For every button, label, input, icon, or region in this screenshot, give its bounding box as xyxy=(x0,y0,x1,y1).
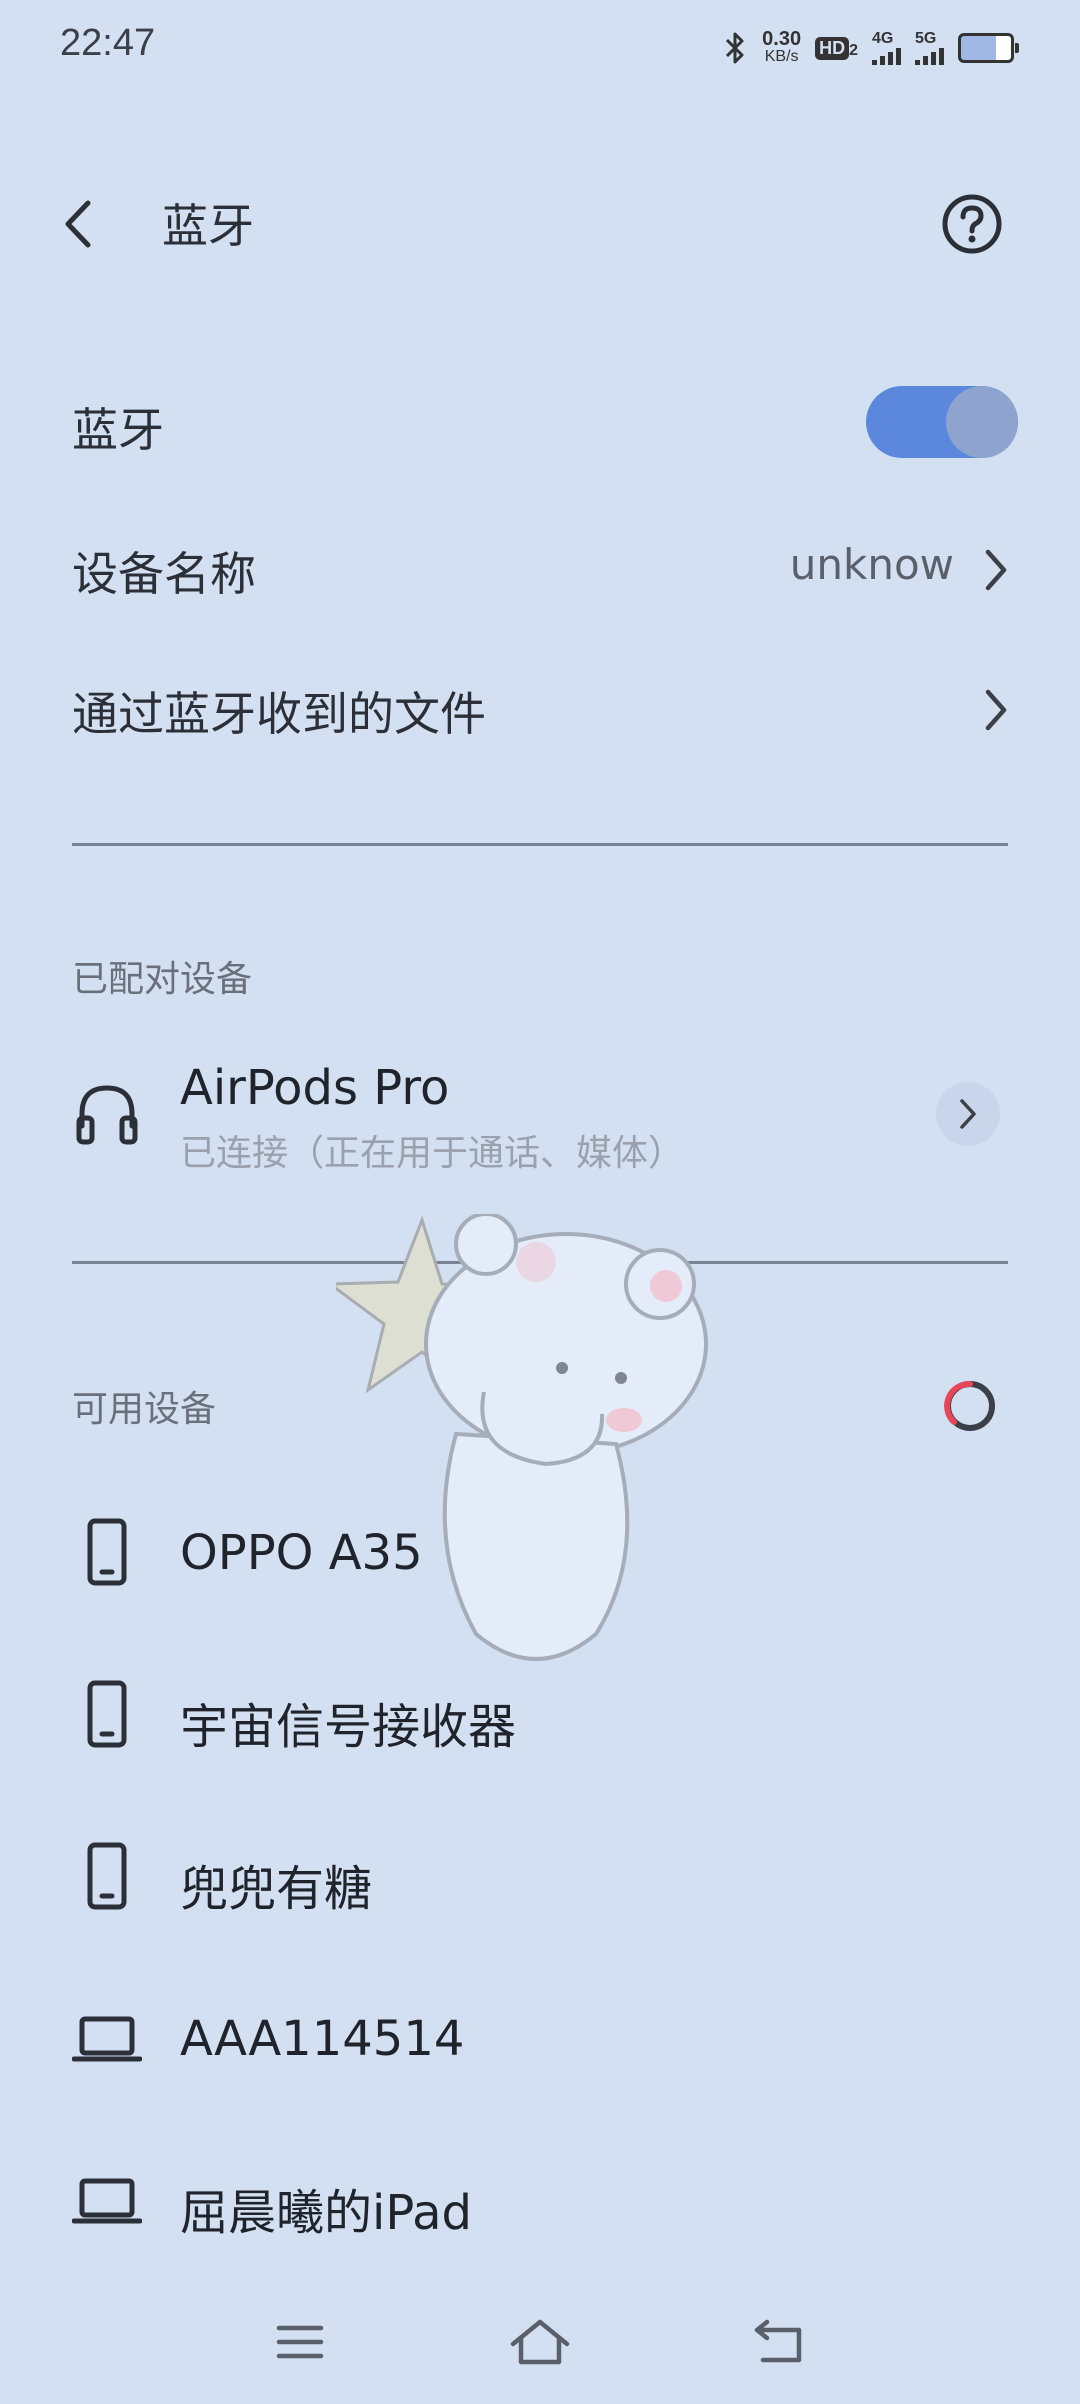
available-device-item[interactable]: 兜兜有糖 xyxy=(0,1829,1080,1929)
nav-menu-button[interactable] xyxy=(264,2306,336,2378)
phone-icon xyxy=(87,1842,127,1910)
device-name-label: 设备名称 xyxy=(72,547,256,601)
available-device-item[interactable]: OPPO A35 xyxy=(0,1505,1080,1605)
device-name: AirPods Pro xyxy=(180,1060,450,1116)
battery-icon xyxy=(958,33,1019,63)
bluetooth-icon xyxy=(726,32,744,64)
back-arrow-icon xyxy=(65,200,91,248)
status-time: 22:47 xyxy=(60,22,156,64)
toggle-knob xyxy=(946,386,1018,458)
phone-icon xyxy=(87,1680,127,1748)
device-name: 宇宙信号接收器 xyxy=(180,1699,517,1755)
signal-sim1: 4G xyxy=(872,31,901,65)
available-device-item[interactable]: 屈晨曦的iPad xyxy=(0,2153,1080,2253)
divider xyxy=(72,843,1008,846)
device-status: 已连接（正在用于通话、媒体） xyxy=(180,1133,685,1174)
home-icon xyxy=(510,2319,570,2365)
device-name: 兜兜有糖 xyxy=(180,1861,373,1917)
received-files-row[interactable]: 通过蓝牙收到的文件 xyxy=(0,670,1080,750)
loading-spinner-icon xyxy=(944,1381,995,1431)
headphones-icon xyxy=(76,1085,138,1145)
paired-device-item[interactable]: AirPods Pro 已连接（正在用于通话、媒体） xyxy=(0,1050,1080,1180)
available-device-item[interactable]: AAA114514 xyxy=(0,1991,1080,2091)
paired-devices-title: 已配对设备 xyxy=(72,959,253,1000)
help-button[interactable] xyxy=(940,192,1004,256)
device-name: AAA114514 xyxy=(180,2011,465,2067)
device-name-value: unknow xyxy=(789,540,954,589)
status-icons: 0.30 KB/s HD 2 4G 5G xyxy=(722,26,1019,70)
help-icon xyxy=(942,194,1002,254)
available-device-item[interactable]: 宇宙信号接收器 xyxy=(0,1667,1080,1767)
back-icon xyxy=(754,2319,802,2363)
device-name: 屈晨曦的iPad xyxy=(180,2185,473,2241)
device-details-button[interactable] xyxy=(936,1082,1000,1146)
phone-icon xyxy=(87,1518,127,1586)
bluetooth-label: 蓝牙 xyxy=(72,403,164,457)
chevron-right-icon xyxy=(985,689,1007,731)
laptop-icon xyxy=(72,2178,142,2224)
page-title: 蓝牙 xyxy=(162,199,254,253)
back-button[interactable] xyxy=(60,188,120,260)
hd-voice-badge: HD 2 xyxy=(815,36,858,60)
chevron-right-icon xyxy=(960,1099,976,1129)
laptop-icon xyxy=(72,2016,142,2062)
menu-icon xyxy=(276,2325,324,2359)
received-files-label: 通过蓝牙收到的文件 xyxy=(72,687,486,741)
bluetooth-toggle[interactable] xyxy=(866,386,1018,458)
nav-home-button[interactable] xyxy=(504,2306,576,2378)
signal-sim2: 5G xyxy=(915,31,944,65)
network-speed: 0.30 KB/s xyxy=(762,28,802,65)
device-name-row[interactable]: 设备名称 unknow xyxy=(0,530,1080,610)
nav-back-button[interactable] xyxy=(744,2306,816,2378)
available-devices-title: 可用设备 xyxy=(72,1389,217,1430)
bear-star-illustration xyxy=(336,1214,708,1661)
chevron-right-icon xyxy=(985,549,1007,591)
device-name: OPPO A35 xyxy=(180,1525,423,1581)
